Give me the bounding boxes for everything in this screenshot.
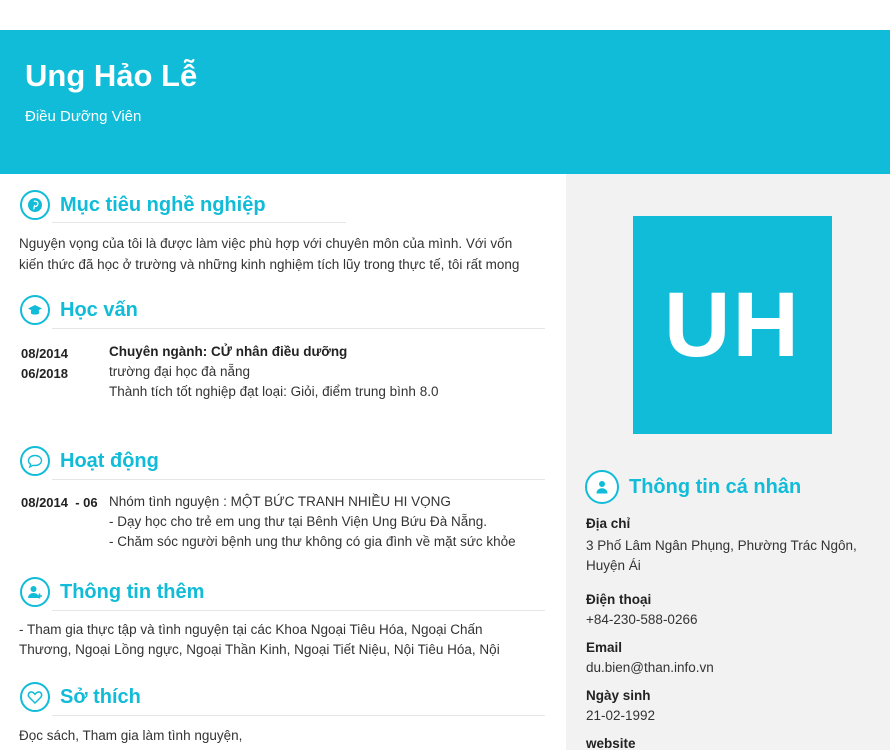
education-date-end: 06/2018 xyxy=(21,366,68,381)
header-banner: Ung Hảo Lễ Điều Dưỡng Viên xyxy=(0,30,890,174)
activities-divider xyxy=(52,479,545,480)
activities-line: - Dạy học cho trẻ em ung thư tại Bênh Vi… xyxy=(109,514,488,529)
education-section-header: Học vấn xyxy=(20,295,138,325)
address-line: Huyện Ái xyxy=(586,558,641,573)
hobbies-title: Sở thích xyxy=(60,685,141,708)
hobbies-divider xyxy=(52,715,545,716)
additional-line: Thương, Ngoại Lồng ngực, Ngoại Thần Kinh… xyxy=(19,642,500,657)
additional-section-header: Thông tin thêm xyxy=(20,577,204,607)
objective-text: Nguyện vọng của tôi là được làm việc phù… xyxy=(19,233,519,275)
address-line: 3 Phố Lâm Ngân Phụng, Phường Trác Ngôn, xyxy=(586,538,857,553)
chat-bubble-icon xyxy=(20,446,50,476)
personal-title: Thông tin cá nhân xyxy=(629,475,802,498)
objective-line: Nguyện vọng của tôi là được làm việc phù… xyxy=(19,236,513,251)
additional-title: Thông tin thêm xyxy=(60,580,205,603)
hobbies-text: Đọc sách, Tham gia làm tình nguyện, xyxy=(19,728,243,743)
hobbies-section-header: Sở thích xyxy=(20,682,141,712)
candidate-job-title: Điều Dưỡng Viên xyxy=(25,108,142,125)
dob-label: Ngày sinh xyxy=(586,688,651,703)
activities-date-suffix: - 06 xyxy=(75,495,98,510)
dob-value: 21-02-1992 xyxy=(586,708,656,723)
graduation-cap-icon xyxy=(20,295,50,325)
candidate-name: Ung Hảo Lễ xyxy=(25,58,198,93)
user-icon xyxy=(585,470,619,504)
activities-details: Nhóm tình nguyện : MỘT BỨC TRANH NHIỀU H… xyxy=(109,492,516,552)
address-label: Địa chỉ xyxy=(586,516,631,531)
email-label: Email xyxy=(586,640,623,655)
avatar: UH xyxy=(633,216,832,434)
objective-divider xyxy=(52,222,346,223)
activities-line: - Chăm sóc người bệnh ung thư không có g… xyxy=(109,534,516,549)
email-value: du.bien@than.info.vn xyxy=(586,660,714,675)
activities-line: Nhóm tình nguyện : MỘT BỨC TRANH NHIỀU H… xyxy=(109,494,451,509)
education-dates: 08/2014 06/2018 xyxy=(21,344,68,384)
education-achievement: Thành tích tốt nghiệp đạt loại: Giỏi, đi… xyxy=(109,384,439,399)
phone-label: Điện thoại xyxy=(586,592,652,607)
education-title: Học vấn xyxy=(60,298,138,321)
heart-icon xyxy=(20,682,50,712)
activities-date-start: 08/2014 xyxy=(21,495,68,510)
education-date-start: 08/2014 xyxy=(21,346,68,361)
address-value: 3 Phố Lâm Ngân Phụng, Phường Trác Ngôn, … xyxy=(586,536,857,576)
pinterest-icon xyxy=(20,190,50,220)
education-divider xyxy=(52,328,545,329)
activities-title: Hoạt động xyxy=(60,449,159,472)
objective-title: Mục tiêu nghề nghiệp xyxy=(60,193,266,216)
additional-divider xyxy=(52,610,545,611)
phone-value: +84-230-588-0266 xyxy=(586,612,698,627)
additional-line: - Tham gia thực tập và tình nguyện tại c… xyxy=(19,622,483,637)
education-school: trường đại học đà nẵng xyxy=(109,364,250,379)
objective-line: kiến thức đã học ở trường và những kinh … xyxy=(19,257,520,272)
activities-section-header: Hoạt động xyxy=(20,446,159,476)
personal-section-header: Thông tin cá nhân xyxy=(585,470,801,504)
education-details: Chuyên ngành: CỬ nhân điều dưỡng trường … xyxy=(109,342,438,402)
user-plus-icon xyxy=(20,577,50,607)
activities-date: 08/2014 - 06 xyxy=(21,493,99,513)
website-label: website xyxy=(586,736,636,751)
objective-section-header: Mục tiêu nghề nghiệp xyxy=(20,190,266,220)
additional-text: - Tham gia thực tập và tình nguyện tại c… xyxy=(19,620,500,660)
education-major: Chuyên ngành: CỬ nhân điều dưỡng xyxy=(109,344,348,359)
